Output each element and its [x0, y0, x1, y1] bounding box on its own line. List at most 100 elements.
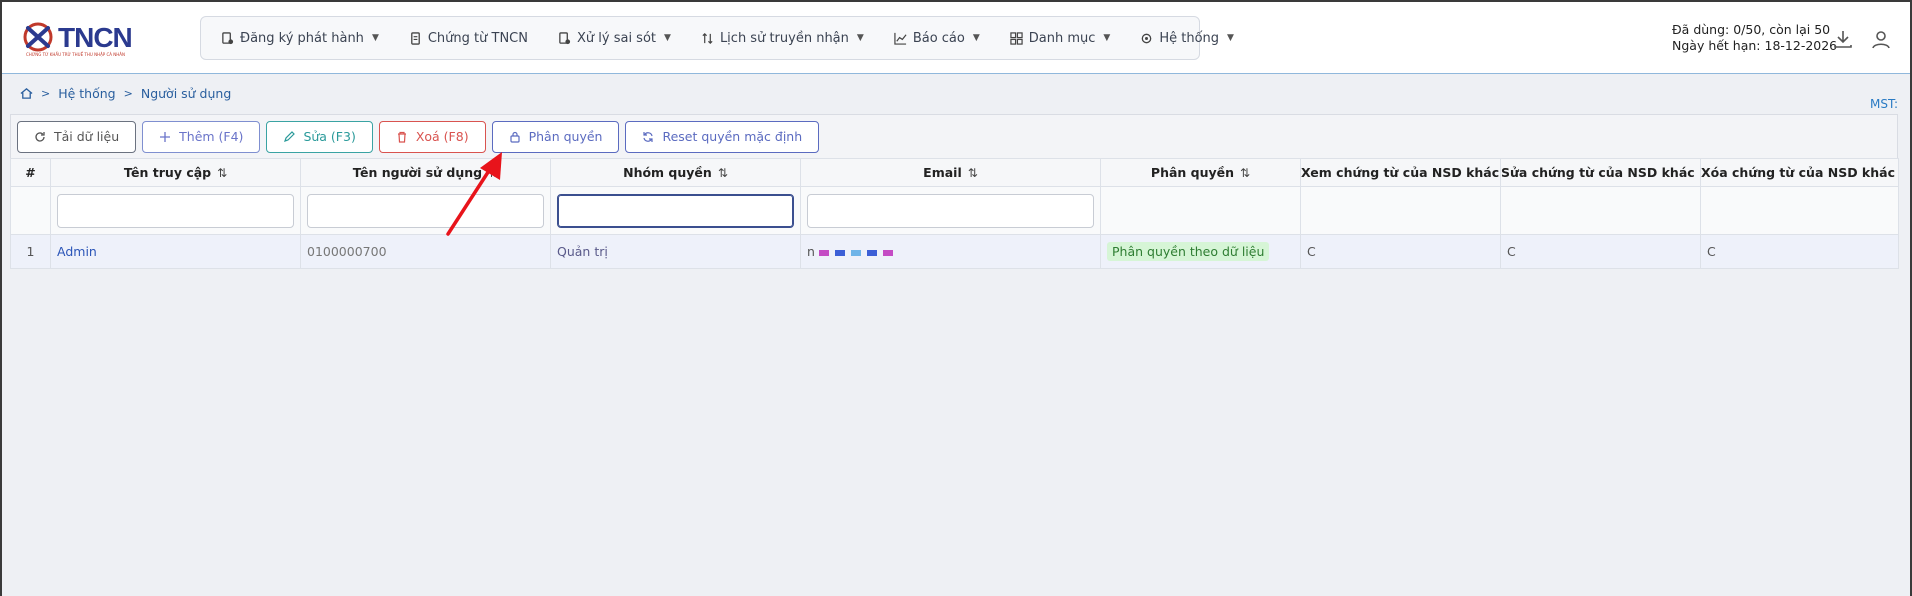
filter-cell-empty	[1700, 186, 1899, 235]
document-icon	[410, 31, 420, 45]
chevron-right-icon: >	[41, 87, 51, 100]
delete-button[interactable]: Xoá (F8)	[378, 120, 486, 153]
plus-icon	[160, 131, 171, 142]
cell-delete-others: C	[1700, 234, 1899, 269]
row-index: 1	[10, 234, 51, 269]
expiry-text: Ngày hết hạn: 18-12-2026	[1672, 38, 1838, 53]
filter-row	[10, 186, 1899, 235]
register-icon	[222, 31, 234, 44]
table-row[interactable]: 1 Admin 0100000700 Quản trị n Phân quyền…	[10, 234, 1899, 269]
grid-icon	[1010, 31, 1023, 45]
nav-label: Hệ thống	[1159, 30, 1220, 46]
reload-label: Tải dữ liệu	[54, 129, 120, 144]
fix-icon	[559, 31, 571, 44]
lock-icon	[509, 131, 520, 143]
add-label: Thêm (F4)	[179, 129, 244, 144]
main-nav: Đăng ký phát hành ▼ Chứng từ TNCN Xử lý …	[200, 16, 1234, 60]
group-text: Quản trị	[557, 244, 608, 259]
reset-permission-button[interactable]: Reset quyền mặc định	[625, 120, 820, 153]
edit-button[interactable]: Sửa (F3)	[266, 120, 373, 153]
user-icon[interactable]	[1870, 28, 1892, 50]
col-header-email[interactable]: Email ⇅	[800, 158, 1101, 187]
chevron-down-icon: ▼	[1103, 33, 1111, 43]
home-icon[interactable]	[20, 87, 33, 100]
chevron-down-icon: ▼	[1227, 33, 1234, 43]
col-header-delete-others[interactable]: Xóa chứng từ của NSD khác⇅	[1700, 158, 1899, 187]
col-label: Xem chứng từ của NSD khác	[1301, 165, 1500, 180]
nav-xu-ly-sai-sot[interactable]: Xử lý sai sót ▼	[558, 31, 671, 46]
logo-mark-icon	[23, 22, 53, 52]
cell-username: Admin	[50, 234, 301, 269]
chevron-down-icon: ▼	[972, 33, 980, 43]
username-text: Admin	[57, 244, 97, 259]
col-label: Sửa chứng từ của NSD khác	[1501, 165, 1695, 180]
nav-label: Xử lý sai sót	[576, 30, 657, 46]
toolbar: Tải dữ liệu Thêm (F4) Sửa (F3) Xoá (F8) …	[10, 114, 1898, 158]
col-header-group[interactable]: Nhóm quyền ⇅	[550, 158, 801, 187]
email-text: n	[807, 244, 815, 259]
nav-lich-su-truyen-nhan[interactable]: Lịch sử truyền nhận ▼	[701, 31, 864, 46]
sort-icon[interactable]: ⇅	[1240, 166, 1250, 180]
chevron-down-icon: ▼	[664, 33, 671, 43]
breadcrumb-he-thong[interactable]: Hệ thống	[58, 86, 115, 101]
filter-username-input[interactable]	[57, 193, 294, 228]
top-header: TNCN CHỨNG TỪ KHẤU TRỪ THUẾ THU NHẬP CÁ …	[2, 2, 1910, 74]
chevron-right-icon: >	[123, 87, 133, 100]
mst-label: MST:	[1870, 97, 1899, 111]
nav-he-thong[interactable]: Hệ thống ▼	[1140, 31, 1234, 46]
col-label: Email	[923, 165, 962, 180]
sort-icon[interactable]: ⇅	[718, 166, 728, 180]
nav-label: Lịch sử truyền nhận	[719, 30, 849, 46]
fullname-text: 0100000700	[307, 244, 387, 259]
cell-email: n	[800, 234, 1101, 269]
col-label: Nhóm quyền	[623, 165, 712, 180]
sort-icon[interactable]: ⇅	[488, 166, 498, 180]
filter-email-input[interactable]	[807, 193, 1094, 228]
sort-icon[interactable]: ⇅	[217, 166, 227, 180]
col-label: #	[25, 165, 36, 180]
nav-label: Danh mục	[1028, 30, 1096, 46]
nav-label: Chứng từ TNCN	[427, 30, 528, 46]
filter-cell-empty	[1100, 186, 1301, 235]
nav-bao-cao[interactable]: Báo cáo ▼	[894, 31, 980, 46]
col-header-username[interactable]: Tên truy cập ⇅	[50, 158, 301, 187]
col-label: Tên truy cập	[123, 165, 212, 180]
users-table: # Tên truy cập ⇅ Tên người sử dụng ⇅ Nhóm …	[10, 158, 1899, 269]
filter-group-input[interactable]	[557, 193, 794, 228]
transfer-icon	[702, 32, 713, 44]
permission-label: Phân quyền	[528, 129, 603, 144]
col-header-permission[interactable]: Phân quyền ⇅	[1100, 158, 1301, 187]
trash-icon	[397, 131, 406, 143]
reload-button[interactable]: Tải dữ liệu	[17, 120, 137, 153]
chevron-down-icon: ▼	[371, 33, 379, 43]
breadcrumb-nguoi-su-dung: Người sử dụng	[140, 86, 232, 101]
col-label: Phân quyền	[1150, 165, 1235, 180]
col-header-edit-others[interactable]: Sửa chứng từ của NSD khác⇅	[1500, 158, 1701, 187]
filter-cell-empty	[10, 186, 51, 235]
nav-dang-ky-phat-hanh[interactable]: Đăng ký phát hành ▼	[221, 31, 379, 46]
redaction-block	[866, 249, 877, 256]
redaction-block	[834, 249, 845, 256]
edit-label: Sửa (F3)	[303, 129, 356, 144]
delete-label: Xoá (F8)	[415, 129, 469, 144]
app-logo[interactable]: TNCN CHỨNG TỪ KHẤU TRỪ THUẾ THU NHẬP CÁ …	[20, 20, 150, 60]
header-row: # Tên truy cập ⇅ Tên người sử dụng ⇅ Nhóm …	[10, 158, 1899, 187]
sort-icon[interactable]: ⇅	[968, 166, 978, 180]
nav-chung-tu-tncn[interactable]: Chứng từ TNCN	[409, 31, 528, 46]
add-button[interactable]: Thêm (F4)	[142, 120, 261, 153]
cell-fullname: 0100000700	[300, 234, 551, 269]
col-header-fullname[interactable]: Tên người sử dụng ⇅	[300, 158, 551, 187]
refresh-icon	[35, 131, 45, 142]
cell-edit-others: C	[1500, 234, 1701, 269]
filter-cell-empty	[1500, 186, 1701, 235]
permission-badge: Phân quyền theo dữ liệu	[1107, 242, 1270, 261]
nav-danh-muc[interactable]: Danh mục ▼	[1010, 30, 1111, 46]
col-header-view-others[interactable]: Xem chứng từ của NSD khác⇅	[1300, 158, 1501, 187]
col-header-index: #	[10, 158, 51, 187]
chart-icon	[894, 32, 907, 45]
download-icon[interactable]	[1832, 28, 1854, 50]
permission-button[interactable]: Phân quyền	[491, 120, 620, 153]
redaction-block	[882, 249, 893, 256]
filter-cell	[300, 186, 551, 235]
filter-fullname-input[interactable]	[307, 193, 544, 228]
